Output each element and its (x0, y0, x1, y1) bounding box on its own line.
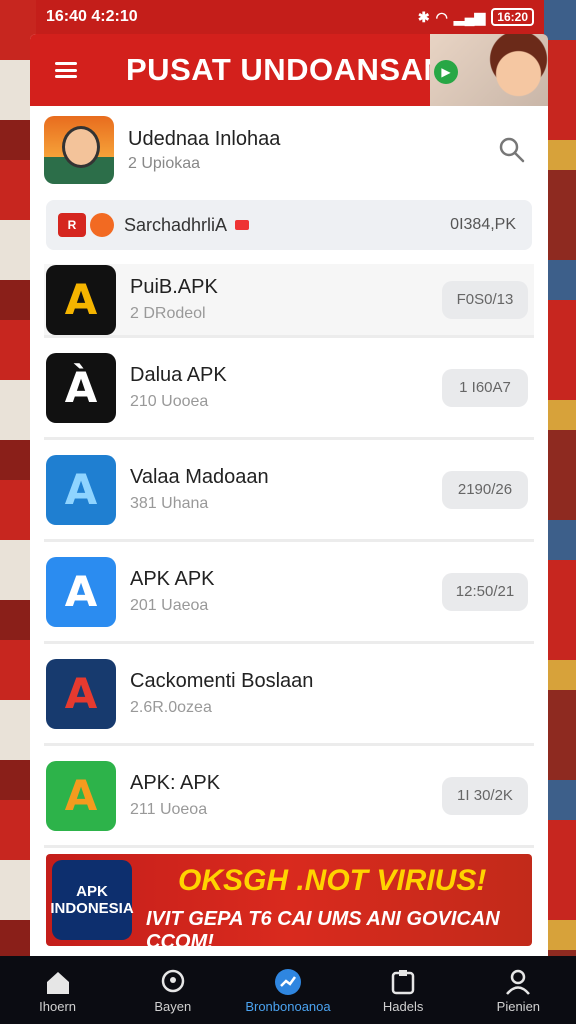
search-value: 0I384,PK (450, 216, 516, 233)
app-icon: A (46, 264, 116, 335)
play-icon[interactable]: ▶ (434, 60, 458, 84)
app-subtitle: 211 Uoeoa (130, 801, 208, 818)
app-subtitle: 2 DRodeol (130, 305, 206, 322)
app-list: A PuiB.APK 2 DRodeol F0S0/13 À Dalua APK… (30, 264, 548, 848)
app-subtitle: 210 Uooea (130, 393, 209, 410)
app-logo-icon: A (64, 465, 98, 514)
bluetooth-icon: ✱ (417, 8, 430, 25)
bottom-nav: Ihoern Bayen Bronbonoanoa Hadels Pienien (0, 956, 576, 1024)
location-icon (158, 967, 188, 997)
app-name: Cackomenti Boslaan (130, 670, 314, 692)
app-name: APK APK (130, 568, 215, 590)
app-download-button[interactable]: 1 I60A7 (442, 368, 528, 407)
header-title: PUSAT UNDOANSAN (126, 52, 447, 87)
nav-item-profile[interactable]: Pienien (468, 967, 568, 1014)
search-text: SarchadhrliА (124, 214, 228, 235)
app-row[interactable]: A Valaa Madoaan 381 Uhana 2190/26 (44, 440, 534, 542)
search-bar[interactable]: R SarchadhrliА 0I384,PK (46, 200, 532, 250)
app-subtitle: 201 Uaeoa (130, 597, 209, 614)
play-store-icon (90, 213, 114, 237)
nav-label: Pienien (496, 998, 541, 1014)
app-subtitle: 2.6R.0ozea (130, 699, 212, 716)
profile-row[interactable]: Udednaa Inlohaa 2 Upiokaa (30, 106, 548, 194)
app-download-button[interactable]: F0S0/13 (442, 280, 528, 319)
app-frame: PUSAT UNDOANSAN ▶ Udednaa Inlohaa 2 Upio… (30, 34, 548, 956)
status-icons: ✱ ◠ ▂▄▆ 16:20 (418, 8, 534, 26)
apps-icon (388, 967, 418, 997)
app-logo-icon: A (64, 669, 98, 718)
app-download-button[interactable]: 12:50/21 (442, 572, 528, 611)
app-logo-icon: A (64, 275, 98, 324)
brand-logo-icon: R (58, 213, 86, 237)
profile-name: Udednaa Inlohaa (128, 127, 281, 150)
signal-icon: ▂▄▆ (453, 8, 486, 25)
profile-icon (503, 967, 533, 997)
nav-item-apps[interactable]: Hadels (353, 967, 453, 1014)
menu-button[interactable] (30, 34, 102, 106)
battery-indicator: 16:20 (491, 8, 534, 26)
app-icon: A (46, 454, 116, 525)
app-row[interactable]: À Dalua APK 210 Uooea 1 I60A7 (44, 338, 534, 440)
app-icon: A (46, 658, 116, 729)
app-name: PuiB.APK (130, 276, 218, 298)
home-icon (43, 967, 73, 997)
banner-subline: IVIT GEPA T6 CAI UMS ANI GOVICAN CCOM! (146, 908, 500, 946)
nav-item-home[interactable]: Ihoern (8, 967, 108, 1014)
hamburger-icon (55, 62, 77, 78)
app-icon: À (46, 352, 116, 423)
promo-banner[interactable]: APK INDONESIA OKSGH .NOT VIRIUS! IVIT GE… (46, 854, 532, 946)
nav-item-chart[interactable]: Bronbonoanoa (238, 967, 338, 1014)
nav-label: Bayen (154, 998, 192, 1014)
wifi-icon: ◠ (435, 8, 448, 25)
app-name: APK: APK (130, 772, 221, 794)
app-download-button[interactable]: 2190/26 (442, 470, 528, 509)
app-download-button[interactable]: 1I 30/2K (442, 776, 528, 815)
nav-label: Hadels (382, 998, 424, 1014)
app-name: Valaa Madoaan (130, 466, 269, 488)
app-icon: A (46, 556, 116, 627)
app-logo-icon: A (64, 567, 98, 616)
background-right (544, 0, 576, 1024)
status-bar: 16:40 4:2:10 ✱ ◠ ▂▄▆ 16:20 (36, 0, 544, 34)
flag-icon (235, 220, 250, 230)
banner-logo: APK INDONESIA (50, 860, 134, 940)
nav-label: Ihoern (39, 998, 77, 1014)
status-time: 16:40 4:2:10 (46, 8, 138, 25)
app-icon: A (46, 760, 116, 831)
nav-label: Bronbonoanoa (245, 998, 331, 1014)
profile-subtitle: 2 Upiokaa (128, 154, 201, 172)
app-logo-icon: A (64, 771, 98, 820)
banner-headline: OKSGH .NOT VIRIUS! (178, 864, 487, 897)
nav-item-location[interactable]: Bayen (123, 967, 223, 1014)
app-row[interactable]: A Cackomenti Boslaan 2.6R.0ozea (44, 644, 534, 746)
app-header: PUSAT UNDOANSAN ▶ (30, 34, 548, 106)
avatar (44, 116, 114, 184)
app-subtitle: 381 Uhana (130, 495, 209, 512)
chart-icon (273, 967, 303, 997)
search-icon[interactable] (498, 136, 526, 164)
app-name: Dalua APK (130, 364, 227, 386)
app-logo-icon: À (64, 363, 98, 412)
app-row[interactable]: A APK APK 201 Uaeoa 12:50/21 (44, 542, 534, 644)
app-row[interactable]: A PuiB.APK 2 DRodeol F0S0/13 (44, 264, 534, 338)
app-row[interactable]: A APK: APK 211 Uoeoa 1I 30/2K (44, 746, 534, 848)
